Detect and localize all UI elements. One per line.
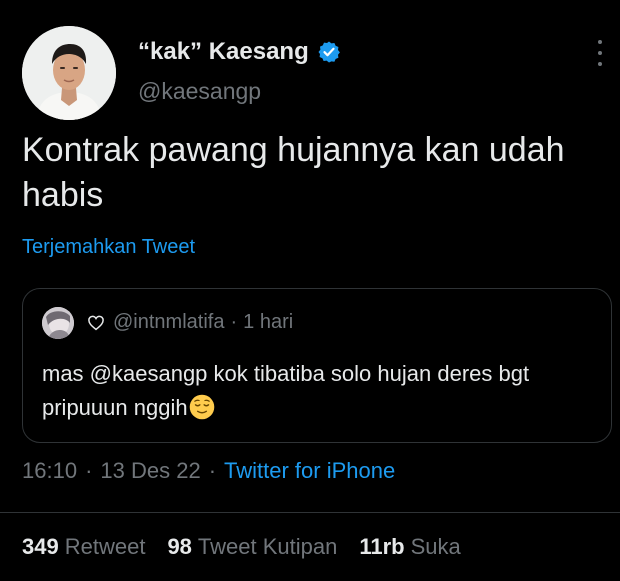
avatar-photo	[22, 26, 116, 120]
quoted-author-avatar[interactable]	[42, 307, 74, 339]
tweet-date[interactable]: 13 Des 22	[100, 458, 200, 484]
divider	[0, 512, 620, 513]
author-avatar[interactable]	[22, 26, 116, 120]
likes-stat[interactable]: 11rb Suka	[359, 534, 460, 560]
quoted-tweet[interactable]: @intnmlatifa · 1 hari mas @kaesangp kok …	[22, 288, 612, 443]
meta-dot-separator: ·	[85, 458, 93, 483]
verified-badge-icon	[318, 41, 340, 63]
quote-tweets-count: 98	[167, 534, 192, 559]
meta-dot-separator: ·	[208, 458, 217, 483]
quoted-header: @intnmlatifa · 1 hari	[87, 311, 293, 334]
quoted-text-block: mas @kaesangp kok tibatiba solo hujan de…	[42, 357, 602, 425]
quoted-avatar-photo	[42, 307, 74, 339]
retweets-label: Retweet	[64, 534, 146, 559]
author-name-row[interactable]: “kak” Kaesang	[138, 38, 341, 66]
author-handle[interactable]: @kaesangp	[138, 78, 261, 105]
relieved-face-emoji-icon	[189, 394, 214, 420]
quoted-dot-separator: ·	[230, 311, 238, 333]
retweets-stat[interactable]: 349 Retweet	[22, 534, 145, 560]
quote-tweets-label: Tweet Kutipan	[197, 534, 338, 559]
retweets-count: 349	[22, 534, 59, 559]
quoted-time[interactable]: 1 hari	[243, 311, 293, 334]
tweet-meta: 16:10 · 13 Des 22 · Twitter for iPhone	[22, 458, 395, 484]
more-options-icon[interactable]	[594, 40, 606, 66]
likes-count: 11rb	[359, 534, 405, 559]
heart-outline-icon	[88, 315, 104, 330]
quote-tweets-stat[interactable]: 98 Tweet Kutipan	[167, 534, 337, 560]
quoted-text: mas @kaesangp kok tibatiba solo hujan de…	[42, 361, 530, 420]
tweet-time[interactable]: 16:10	[22, 458, 77, 484]
tweet-stats: 349 Retweet 98 Tweet Kutipan 11rb Suka	[22, 534, 483, 560]
tweet-source-link[interactable]: Twitter for iPhone	[224, 458, 395, 484]
tweet-text: Kontrak pawang hujannya kan udah habis	[22, 131, 565, 214]
author-display-name[interactable]: “kak” Kaesang	[138, 38, 309, 66]
likes-label: Suka	[410, 534, 461, 559]
quoted-handle[interactable]: @intnmlatifa	[113, 311, 224, 334]
translate-tweet-link[interactable]: Terjemahkan Tweet	[22, 236, 195, 259]
